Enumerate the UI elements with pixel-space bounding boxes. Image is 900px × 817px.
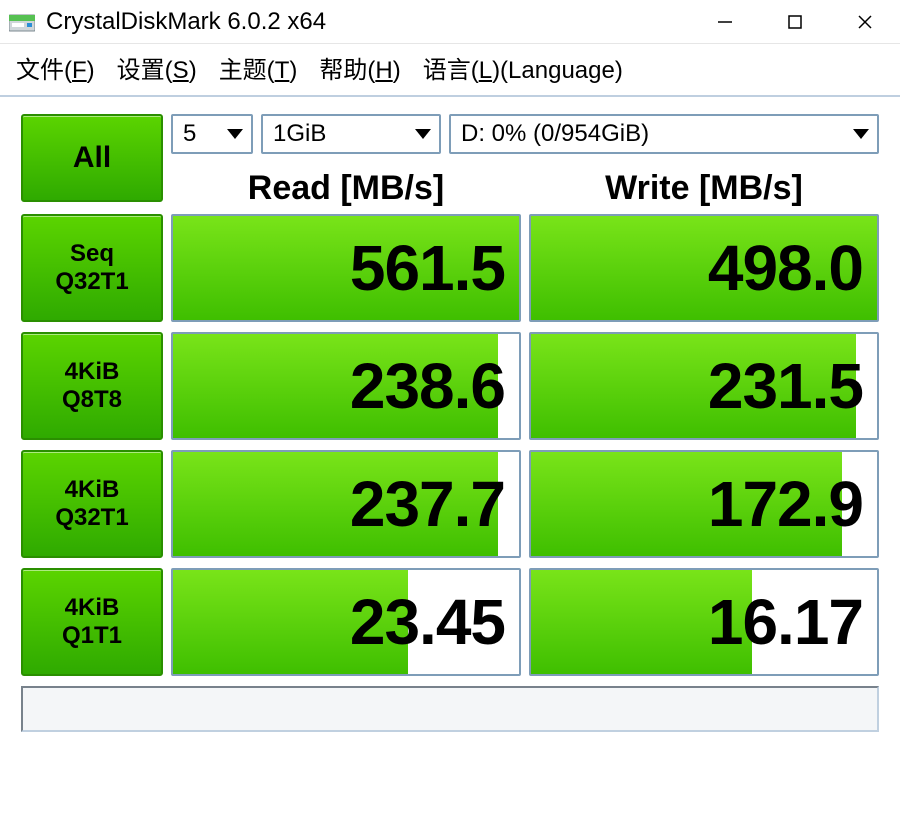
drive-select[interactable]: D: 0% (0/954GiB) — [449, 114, 879, 154]
result-row-4kib-q8t8: 4KiB Q8T8 238.6 231.5 — [21, 332, 879, 440]
header-read: Read [MB/s] — [171, 163, 521, 208]
run-4kib-q32t1-button[interactable]: 4KiB Q32T1 — [21, 450, 163, 558]
status-bar — [21, 686, 879, 732]
run-seq-q32t1-button[interactable]: Seq Q32T1 — [21, 214, 163, 322]
titlebar: CrystalDiskMark 6.0.2 x64 — [0, 0, 900, 44]
run-4kib-q1t1-button[interactable]: 4KiB Q1T1 — [21, 568, 163, 676]
menu-file-post: ) — [87, 57, 95, 84]
header-write: Write [MB/s] — [529, 163, 879, 208]
runs-select[interactable]: 5 — [171, 114, 253, 154]
read-4kib-q8t8: 238.6 — [171, 332, 521, 440]
menu-file[interactable]: 文件(F) — [16, 50, 95, 85]
header-spacer — [21, 160, 163, 208]
runs-value: 5 — [183, 120, 196, 148]
write-seq-q32t1: 498.0 — [529, 214, 879, 322]
write-4kib-q32t1: 172.9 — [529, 450, 879, 558]
menu-language[interactable]: 语言(L)(Language) — [423, 50, 623, 85]
menu-settings[interactable]: 设置(S) — [117, 50, 197, 85]
minimize-button[interactable] — [690, 0, 760, 43]
menu-settings-post: ) — [189, 57, 197, 84]
menu-help[interactable]: 帮助(H) — [319, 50, 400, 85]
menu-theme[interactable]: 主题(T) — [219, 50, 298, 85]
menu-settings-pre: 设置( — [117, 57, 173, 84]
read-value: 238.6 — [173, 334, 519, 438]
column-headers: Read [MB/s] Write [MB/s] — [21, 160, 879, 208]
size-select[interactable]: 1GiB — [261, 114, 441, 154]
result-row-4kib-q32t1: 4KiB Q32T1 237.7 172.9 — [21, 450, 879, 558]
menu-theme-key: T — [275, 57, 290, 84]
read-4kib-q1t1: 23.45 — [171, 568, 521, 676]
menu-settings-key: S — [173, 57, 189, 84]
chevron-down-icon — [227, 129, 243, 139]
read-value: 561.5 — [173, 216, 519, 320]
menu-lang-post: )(Language) — [492, 57, 623, 84]
window-title: CrystalDiskMark 6.0.2 x64 — [46, 8, 690, 36]
result-row-seq-q32t1: Seq Q32T1 561.5 498.0 — [21, 214, 879, 322]
menu-file-pre: 文件( — [16, 57, 72, 84]
chevron-down-icon — [853, 129, 869, 139]
write-4kib-q1t1: 16.17 — [529, 568, 879, 676]
write-value: 16.17 — [531, 570, 877, 674]
size-value: 1GiB — [273, 120, 326, 148]
drive-value: D: 0% (0/954GiB) — [461, 120, 649, 148]
menu-lang-pre: 语言( — [423, 57, 479, 84]
read-seq-q32t1: 561.5 — [171, 214, 521, 322]
menu-help-post: ) — [393, 57, 401, 84]
menu-theme-pre: 主题( — [219, 57, 275, 84]
result-row-4kib-q1t1: 4KiB Q1T1 23.45 16.17 — [21, 568, 879, 676]
write-4kib-q8t8: 231.5 — [529, 332, 879, 440]
menu-help-key: H — [375, 57, 392, 84]
menu-help-pre: 帮助( — [319, 57, 375, 84]
disk-icon — [8, 11, 36, 33]
close-button[interactable] — [830, 0, 900, 43]
content-area: All 5 1GiB D: 0% (0/954GiB) Read [MB/s] … — [0, 97, 900, 745]
window-controls — [690, 0, 900, 43]
write-value: 498.0 — [531, 216, 877, 320]
maximize-button[interactable] — [760, 0, 830, 43]
menubar: 文件(F) 设置(S) 主题(T) 帮助(H) 语言(L)(Language) — [0, 44, 900, 97]
menu-file-key: F — [72, 57, 87, 84]
read-value: 23.45 — [173, 570, 519, 674]
menu-theme-post: ) — [289, 57, 297, 84]
chevron-down-icon — [415, 129, 431, 139]
read-value: 237.7 — [173, 452, 519, 556]
write-value: 172.9 — [531, 452, 877, 556]
run-4kib-q8t8-button[interactable]: 4KiB Q8T8 — [21, 332, 163, 440]
menu-lang-key: L — [479, 57, 492, 84]
read-4kib-q32t1: 237.7 — [171, 450, 521, 558]
write-value: 231.5 — [531, 334, 877, 438]
